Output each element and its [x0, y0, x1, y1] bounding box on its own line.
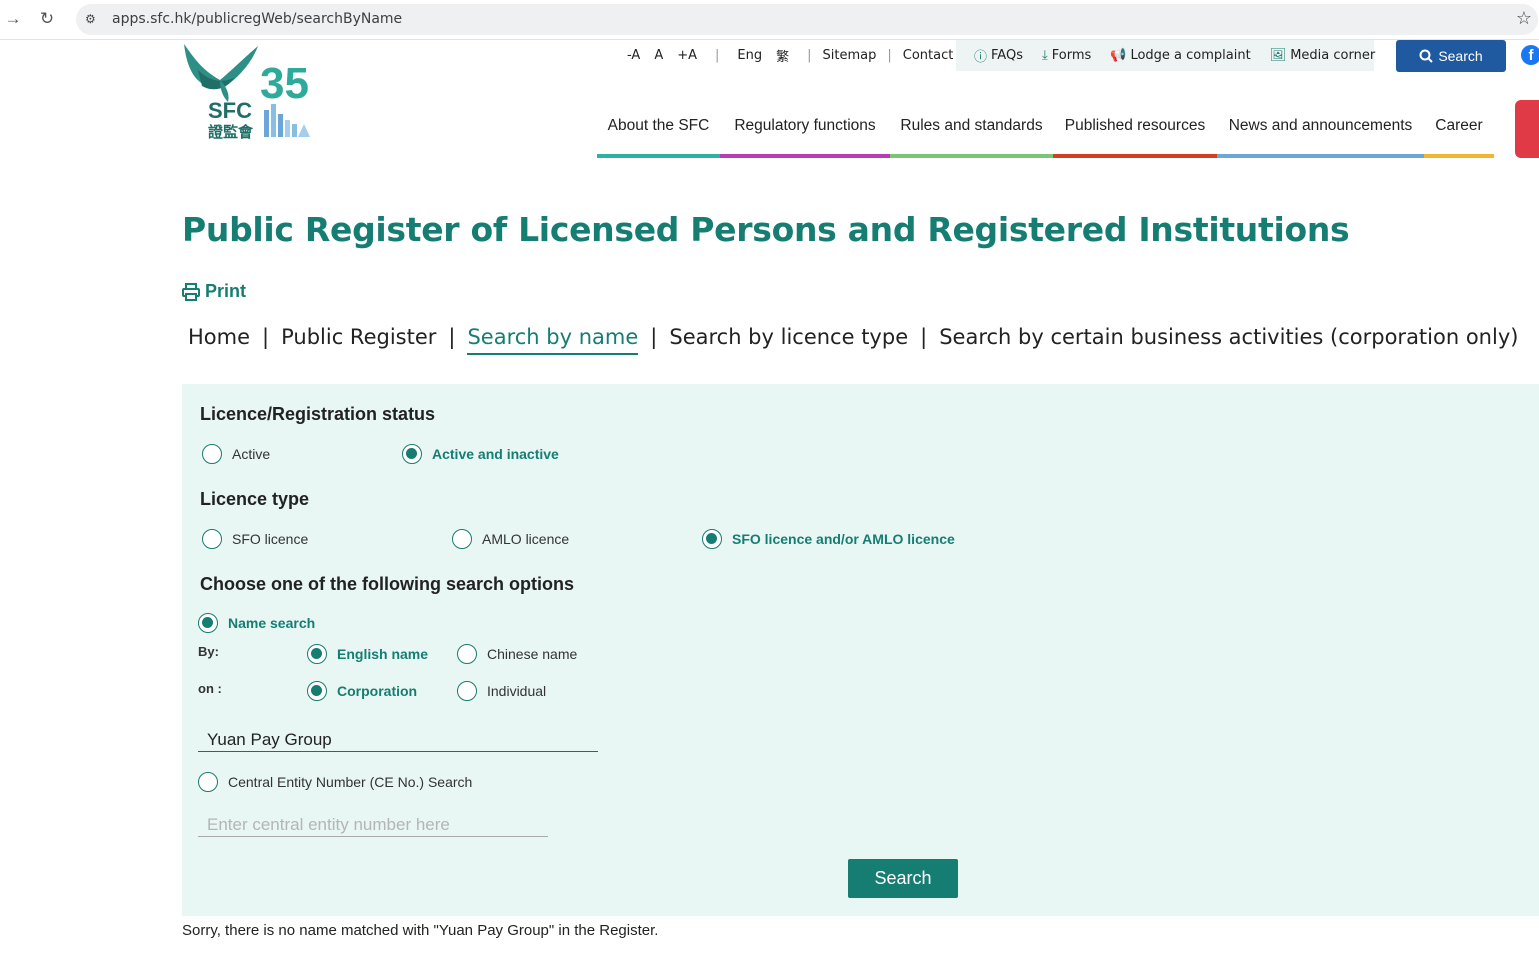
nav-rules[interactable]: Rules and standards — [890, 104, 1053, 158]
lang-en-link[interactable]: Eng — [737, 48, 762, 63]
url-text: apps.sfc.hk/publicregWeb/searchByName — [112, 11, 403, 27]
on-individual-radio[interactable]: Individual — [457, 681, 546, 701]
complaint-link[interactable]: 📢 Lodge a complaint — [1110, 48, 1250, 63]
status-heading: Licence/Registration status — [200, 404, 436, 424]
bookmark-star-icon[interactable]: ☆ — [1516, 8, 1532, 29]
logo-org: SFC — [208, 98, 252, 123]
type-sfo-radio[interactable]: SFO licence — [202, 529, 308, 549]
font-larger-link[interactable]: +A — [677, 48, 697, 63]
search-icon — [1419, 49, 1434, 63]
type-amlo-radio[interactable]: AMLO licence — [452, 529, 569, 549]
question-icon: ⓘ — [974, 50, 988, 65]
crumb-search-by-licence[interactable]: Search by licence type — [669, 325, 908, 349]
on-label: on : — [198, 681, 222, 696]
reload-icon[interactable]: ↻ — [34, 6, 60, 32]
address-bar[interactable]: ⚙ apps.sfc.hk/publicregWeb/searchByName … — [76, 4, 1538, 35]
facebook-icon[interactable]: f — [1521, 45, 1539, 65]
name-input[interactable] — [198, 728, 598, 752]
browser-toolbar: → ↻ ⚙ apps.sfc.hk/publicregWeb/searchByN… — [0, 0, 1539, 40]
result-message: Sorry, there is no name matched with "Yu… — [182, 922, 659, 939]
on-corporation-radio[interactable]: Corporation — [307, 681, 417, 701]
breadcrumb: Home | Public Register | Search by name … — [188, 325, 1518, 355]
image-icon: 🖼 — [1269, 48, 1287, 63]
by-label: By: — [198, 644, 219, 659]
page-title: Public Register of Licensed Persons and … — [182, 210, 1350, 249]
media-link[interactable]: 🖼 Media corner — [1270, 48, 1376, 63]
status-active-radio[interactable]: Active — [202, 444, 270, 464]
search-form-panel: Licence/Registration status Active Activ… — [182, 384, 1539, 916]
crumb-search-by-name[interactable]: Search by name — [467, 325, 639, 355]
name-search-radio[interactable]: Name search — [198, 613, 315, 633]
print-button[interactable]: Print — [182, 281, 246, 302]
site-info-icon[interactable]: ⚙ — [85, 11, 101, 27]
nav-career[interactable]: Career — [1424, 104, 1494, 158]
utility-links: -A A +A | Eng 繁 | Sitemap | Contact us — [627, 46, 973, 65]
ce-number-input[interactable] — [198, 814, 548, 837]
by-chinese-radio[interactable]: Chinese name — [457, 644, 577, 664]
lang-tc-link[interactable]: 繁 — [776, 46, 789, 65]
nav-resources[interactable]: Published resources — [1053, 104, 1217, 158]
status-all-radio[interactable]: Active and inactive — [402, 444, 559, 464]
nav-news[interactable]: News and announcements — [1217, 104, 1424, 158]
site-search-button[interactable]: Search — [1396, 40, 1506, 72]
faqs-link[interactable]: ⓘ FAQs — [974, 46, 1023, 65]
printer-icon — [182, 282, 200, 301]
nav-about[interactable]: About the SFC — [597, 104, 720, 158]
sfc-logo[interactable]: 35 SFC 證監會 — [180, 40, 320, 142]
type-heading: Licence type — [200, 489, 310, 509]
crumb-search-by-activity[interactable]: Search by certain business activities (c… — [939, 325, 1518, 349]
logo-chinese: 證監會 — [208, 123, 254, 141]
megaphone-icon: 📢 — [1110, 48, 1127, 63]
main-navigation: About the SFC Regulatory functions Rules… — [597, 104, 1494, 158]
quick-links: ⓘ FAQs ⤓ Forms 📢 Lodge a complaint 🖼 Media c… — [956, 40, 1376, 71]
sitemap-link[interactable]: Sitemap — [823, 48, 877, 63]
ce-search-radio[interactable]: Central Entity Number (CE No.) Search — [198, 772, 472, 792]
crumb-home[interactable]: Home — [188, 325, 250, 349]
forms-link[interactable]: ⤓ Forms — [1042, 48, 1091, 63]
side-tab[interactable] — [1515, 100, 1539, 158]
nav-regulatory[interactable]: Regulatory functions — [720, 104, 890, 158]
options-heading: Choose one of the following search optio… — [200, 574, 575, 594]
search-submit-button[interactable]: Search — [848, 859, 958, 898]
font-normal-link[interactable]: A — [654, 48, 663, 63]
by-english-radio[interactable]: English name — [307, 644, 428, 664]
type-both-radio[interactable]: SFO licence and/or AMLO licence — [702, 529, 955, 549]
forward-arrow-icon[interactable]: → — [0, 6, 26, 32]
logo-anniversary: 35 — [260, 59, 309, 108]
download-icon: ⤓ — [1041, 48, 1048, 63]
crumb-register[interactable]: Public Register — [281, 325, 436, 349]
font-smaller-link[interactable]: -A — [627, 48, 640, 63]
